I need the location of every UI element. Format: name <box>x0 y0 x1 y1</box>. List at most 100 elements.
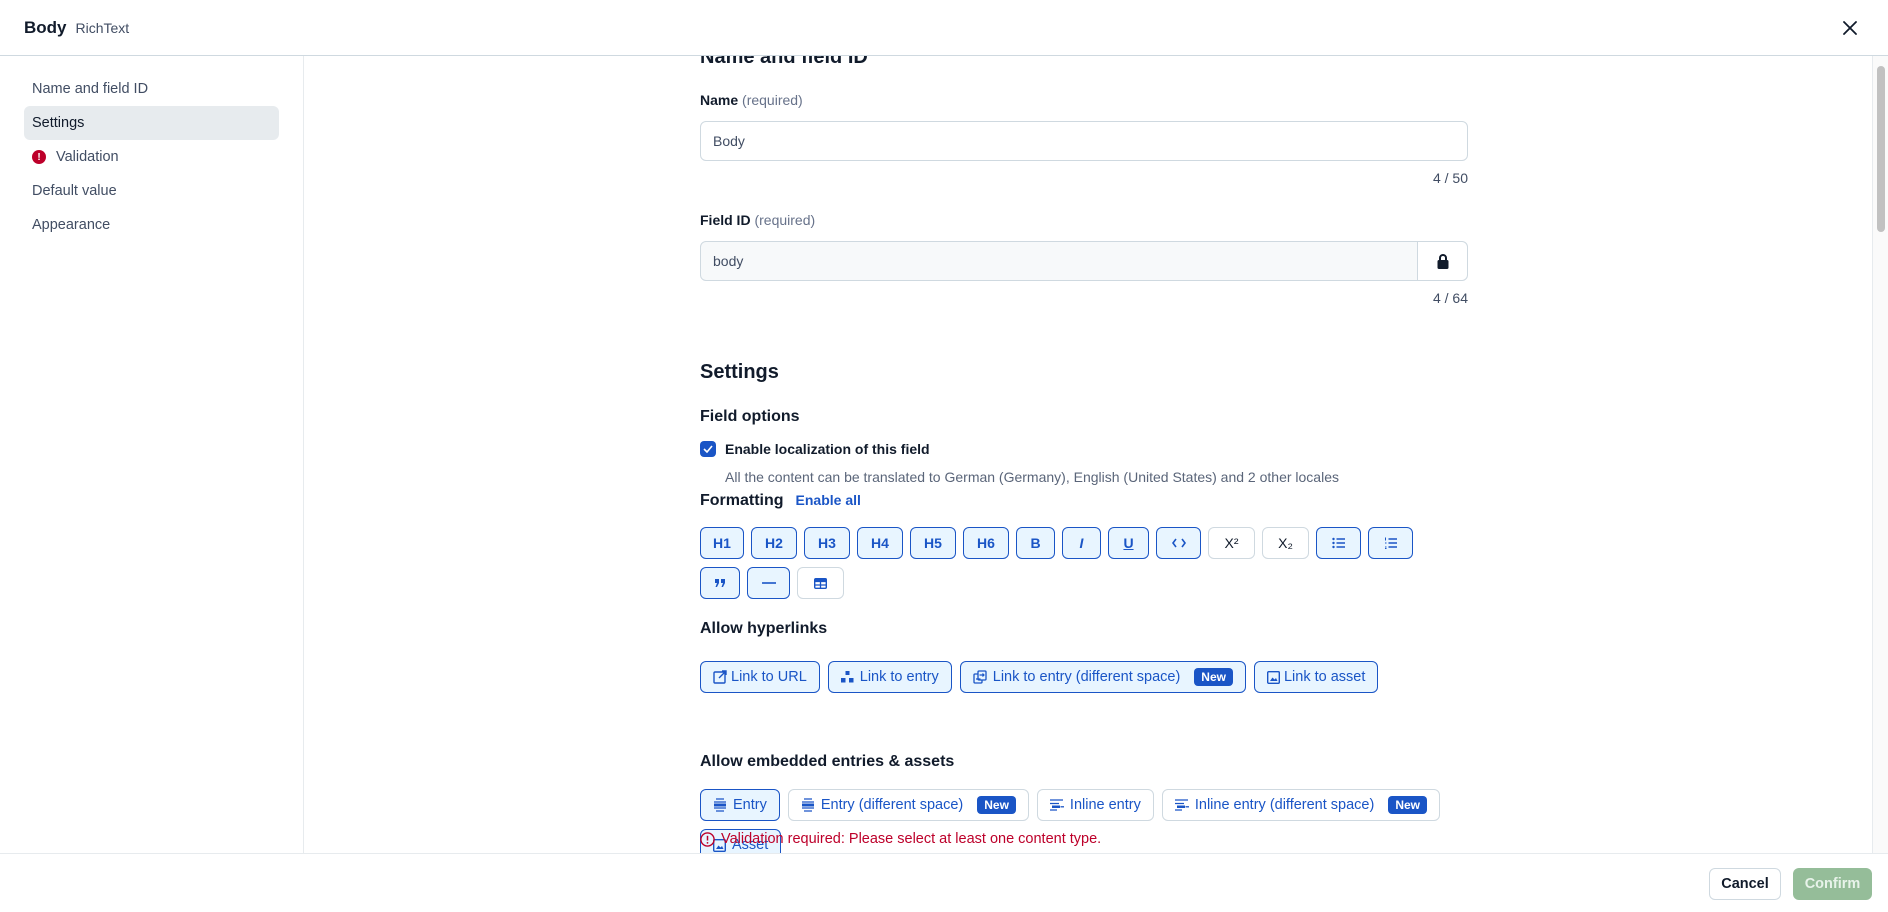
entry-block-icon <box>714 798 726 812</box>
sidebar-item-appearance[interactable]: Appearance <box>24 208 279 242</box>
superscript-icon: X² <box>1224 535 1239 551</box>
formatting-header: Formatting Enable all <box>700 492 861 510</box>
entry-link-icon <box>840 671 854 683</box>
localization-label: Enable localization of this field <box>725 441 930 457</box>
quote-icon <box>715 579 725 587</box>
link-to-url-toggle[interactable]: Link to URL <box>700 661 820 693</box>
format-code-button[interactable] <box>1156 527 1201 559</box>
sidebar-item-validation[interactable]: ! Validation <box>24 140 279 174</box>
format-italic-button[interactable]: I <box>1062 527 1101 559</box>
format-h4-button[interactable]: H4 <box>857 527 903 559</box>
format-table-button[interactable] <box>797 567 844 599</box>
field-id-label-text: Field ID <box>700 212 751 228</box>
embed-entry-different-space-label: Entry (different space) <box>820 797 964 813</box>
name-label-text: Name <box>700 92 739 108</box>
formatting-toolbar-row-1: H1 H2 H3 H4 H5 H6 B I U X² X₂ <box>700 527 1413 559</box>
modal-header: Body RichText <box>0 0 1888 56</box>
embed-inline-entry-toggle[interactable]: Inline entry <box>1036 789 1154 821</box>
name-input-value: Body <box>713 133 745 149</box>
format-h3-button[interactable]: H3 <box>804 527 850 559</box>
localization-checkbox[interactable] <box>700 441 716 457</box>
link-to-entry-label: Link to entry <box>859 669 939 685</box>
scrollbar-thumb[interactable] <box>1877 66 1885 232</box>
inline-entry-icon <box>1049 799 1064 811</box>
format-numbered-list-button[interactable] <box>1368 527 1413 559</box>
embed-inline-entry-different-space-label: Inline entry (different space) <box>1194 797 1375 813</box>
sidebar-item-label: Settings <box>32 115 85 131</box>
format-bold-button[interactable]: B <box>1016 527 1055 559</box>
cancel-button[interactable]: Cancel <box>1709 868 1781 900</box>
warning-circle-icon <box>700 831 715 847</box>
numbered-list-icon <box>1384 537 1397 549</box>
close-button[interactable] <box>1838 16 1862 40</box>
underline-icon: U <box>1123 535 1134 551</box>
name-char-counter: 4 / 50 <box>1432 170 1468 186</box>
localization-checkbox-row[interactable]: Enable localization of this field <box>700 441 930 457</box>
link-to-url-label: Link to URL <box>731 669 807 685</box>
sidebar-item-default-value[interactable]: Default value <box>24 174 279 208</box>
format-superscript-button[interactable]: X² <box>1208 527 1255 559</box>
table-icon <box>814 577 827 589</box>
enable-all-link[interactable]: Enable all <box>796 492 861 508</box>
settings-content: Name and field ID Name (required) Body 4… <box>305 56 1872 853</box>
embed-entry-label: Entry <box>733 797 767 813</box>
embed-inline-entry-label: Inline entry <box>1069 797 1141 813</box>
content-scrollbar[interactable] <box>1872 56 1888 853</box>
format-quote-button[interactable] <box>700 567 740 599</box>
field-id-label: Field ID (required) <box>700 212 815 228</box>
embedded-heading: Allow embedded entries & assets <box>700 753 955 770</box>
name-label: Name (required) <box>700 92 803 108</box>
format-subscript-button[interactable]: X₂ <box>1262 527 1309 559</box>
horizontal-rule-icon <box>761 582 776 584</box>
lock-button[interactable] <box>1417 242 1467 280</box>
new-badge: New <box>1388 796 1428 814</box>
link-to-asset-toggle[interactable]: Link to asset <box>1253 661 1379 693</box>
validation-error-message: Validation required: Please select at le… <box>700 831 1101 847</box>
format-h2-button[interactable]: H2 <box>751 527 797 559</box>
subscript-icon: X₂ <box>1278 535 1293 551</box>
format-h1-button[interactable]: H1 <box>700 527 744 559</box>
embed-entry-different-space-toggle[interactable]: Entry (different space) New <box>787 789 1029 821</box>
italic-icon: I <box>1079 535 1084 551</box>
format-horizontal-rule-button[interactable] <box>747 567 790 599</box>
error-icon: ! <box>32 150 46 164</box>
cross-space-link-icon <box>973 670 987 684</box>
sidebar-item-label: Name and field ID <box>32 81 149 97</box>
required-hint: (required) <box>754 212 816 228</box>
embed-inline-entry-different-space-toggle[interactable]: Inline entry (different space) New <box>1161 789 1441 821</box>
modal-footer: Cancel Confirm <box>0 853 1888 912</box>
format-underline-button[interactable]: U <box>1108 527 1149 559</box>
section-heading-name-and-field-id: Name and field ID <box>700 56 868 68</box>
confirm-button[interactable]: Confirm <box>1793 868 1872 900</box>
link-to-entry-toggle[interactable]: Link to entry <box>827 661 952 693</box>
sidebar-item-settings[interactable]: Settings <box>24 106 279 140</box>
hyperlinks-heading: Allow hyperlinks <box>700 620 828 637</box>
lock-icon <box>1437 253 1448 269</box>
field-settings-modal: Body RichText Name and field ID Settings… <box>0 0 1888 912</box>
sidebar-item-name-and-field-id[interactable]: Name and field ID <box>24 72 279 106</box>
field-id-input[interactable]: body <box>700 241 1468 281</box>
sidebar-item-label: Appearance <box>32 217 111 233</box>
bold-icon: B <box>1030 535 1041 551</box>
modal-title: Body <box>24 17 67 37</box>
field-id-char-counter: 4 / 64 <box>1432 290 1468 306</box>
new-badge: New <box>977 796 1016 814</box>
new-badge: New <box>1194 668 1233 686</box>
bulleted-list-icon <box>1331 537 1345 549</box>
inline-entry-icon <box>1174 799 1189 811</box>
entry-block-icon <box>801 798 814 812</box>
format-bulleted-list-button[interactable] <box>1316 527 1361 559</box>
link-to-entry-different-space-toggle[interactable]: Link to entry (different space) New <box>959 661 1246 693</box>
format-h6-button[interactable]: H6 <box>963 527 1009 559</box>
embed-entry-toggle[interactable]: Entry <box>700 789 780 821</box>
required-hint: (required) <box>742 92 803 108</box>
link-to-entry-different-space-label: Link to entry (different space) <box>992 669 1181 685</box>
format-h5-button[interactable]: H5 <box>910 527 956 559</box>
field-type: RichText <box>75 19 130 36</box>
formatting-toolbar-row-2 <box>700 567 844 599</box>
external-link-icon <box>713 670 727 684</box>
name-input[interactable]: Body <box>700 121 1468 161</box>
section-heading-settings: Settings <box>700 361 779 383</box>
code-icon <box>1171 538 1186 548</box>
localization-help-text: All the content can be translated to Ger… <box>725 469 1339 485</box>
